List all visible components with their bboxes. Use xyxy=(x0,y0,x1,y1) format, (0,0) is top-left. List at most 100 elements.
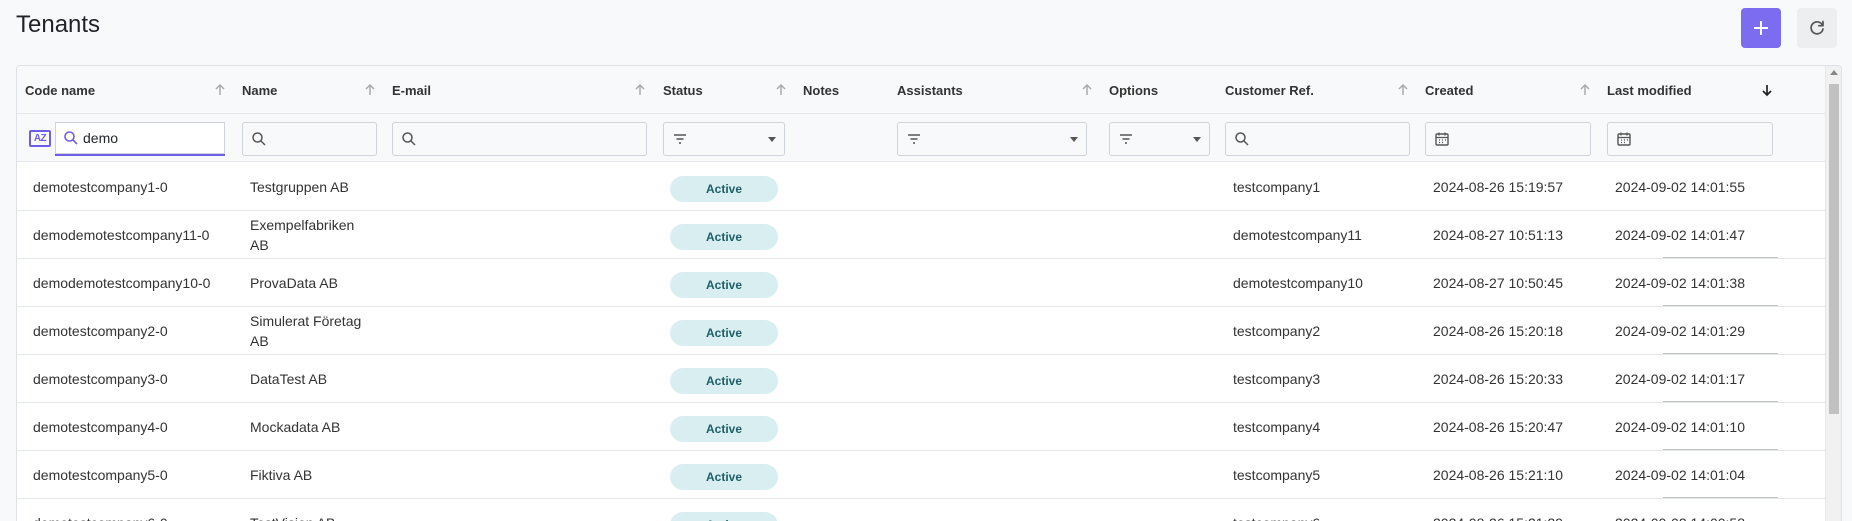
cell-name: Simulerat Företag AB xyxy=(250,313,362,349)
status-badge: Active xyxy=(670,464,778,490)
cell-customer-ref: testcompany5 xyxy=(1233,467,1321,483)
divider xyxy=(1663,353,1778,354)
column-header-code-name[interactable]: Code name xyxy=(25,66,241,114)
cell-email xyxy=(400,355,650,403)
table-row[interactable]: demotestcompany6-0 TestVision AB Active … xyxy=(17,499,1825,521)
created-date-filter[interactable] xyxy=(1425,122,1591,156)
chevron-down-icon xyxy=(1070,137,1078,142)
cell-email xyxy=(400,451,650,499)
cell-email xyxy=(400,403,650,451)
vertical-scrollbar[interactable] xyxy=(1825,66,1841,521)
column-header-row: Code name Name E-mail Status Notes Assis… xyxy=(17,66,1825,114)
sort-arrow-up-icon[interactable] xyxy=(211,81,229,99)
table-row[interactable]: demotestcompany5-0 Fiktiva AB Active tes… xyxy=(17,451,1825,499)
cell-name: Mockadata AB xyxy=(250,419,341,435)
customer-ref-filter[interactable] xyxy=(1225,122,1410,156)
sort-arrow-up-icon[interactable] xyxy=(361,81,379,99)
cell-email xyxy=(400,499,650,521)
cell-code-name: demotestcompany3-0 xyxy=(33,371,168,387)
search-icon xyxy=(252,132,266,146)
status-badge: Active xyxy=(670,224,778,250)
table-row[interactable]: demotestcompany3-0 DataTest AB Active te… xyxy=(17,355,1825,403)
column-header-label: Customer Ref. xyxy=(1225,82,1314,98)
sort-arrow-up-icon[interactable] xyxy=(1078,81,1096,99)
filter-row: AZ xyxy=(17,114,1825,162)
name-filter[interactable] xyxy=(242,122,377,156)
cell-created: 2024-08-26 15:20:47 xyxy=(1433,419,1563,435)
column-header-notes[interactable]: Notes xyxy=(803,66,898,114)
scroll-up-icon[interactable] xyxy=(1830,70,1838,75)
status-filter-select[interactable] xyxy=(663,122,785,156)
cell-customer-ref: demotestcompany11 xyxy=(1233,227,1362,243)
status-badge: Active xyxy=(670,272,778,298)
cell-customer-ref: testcompany1 xyxy=(1233,179,1321,195)
search-icon xyxy=(64,131,78,145)
calendar-icon xyxy=(1617,132,1631,146)
options-filter-select[interactable] xyxy=(1109,122,1210,156)
calendar-icon xyxy=(1435,132,1449,146)
column-header-options[interactable]: Options xyxy=(1109,66,1225,114)
sort-arrow-up-icon[interactable] xyxy=(1576,81,1594,99)
cell-last-modified: 2024-09-02 14:01:55 xyxy=(1615,179,1745,195)
cell-created: 2024-08-26 15:20:33 xyxy=(1433,371,1563,387)
status-badge: Active xyxy=(670,512,778,521)
cell-email xyxy=(400,307,650,355)
cell-name: TestVision AB xyxy=(250,499,375,521)
divider xyxy=(1663,449,1778,450)
column-header-label: Options xyxy=(1109,82,1159,98)
chevron-down-icon xyxy=(768,137,776,142)
table-row[interactable]: demotestcompany2-0 Simulerat Företag AB … xyxy=(17,307,1825,355)
search-icon xyxy=(402,132,416,146)
chevron-down-icon xyxy=(1193,137,1201,142)
column-header-email[interactable]: E-mail xyxy=(392,66,662,114)
cell-last-modified: 2024-09-02 14:00:58 xyxy=(1615,499,1785,521)
status-badge: Active xyxy=(670,416,778,442)
page-title: Tenants xyxy=(16,11,101,38)
cell-code-name: demotestcompany4-0 xyxy=(33,419,168,435)
cell-name: ProvaData AB xyxy=(250,275,338,291)
cell-last-modified: 2024-09-02 14:01:17 xyxy=(1615,371,1745,387)
cell-customer-ref: testcompany3 xyxy=(1233,371,1321,387)
refresh-button[interactable] xyxy=(1797,8,1837,48)
assistants-filter-select[interactable] xyxy=(897,122,1087,156)
sort-arrow-up-icon[interactable] xyxy=(631,81,649,99)
column-header-label: Last modified xyxy=(1607,82,1692,98)
sort-arrow-up-icon[interactable] xyxy=(1394,81,1412,99)
filter-icon xyxy=(674,134,686,144)
filter-icon xyxy=(908,134,920,144)
cell-created: 2024-08-26 15:21:10 xyxy=(1433,467,1563,483)
cell-customer-ref: testcompany2 xyxy=(1233,323,1321,339)
sort-arrow-down-icon[interactable] xyxy=(1758,81,1776,99)
last-modified-date-filter[interactable] xyxy=(1607,122,1773,156)
cell-code-name: demotestcompany5-0 xyxy=(33,467,168,483)
column-header-label: Notes xyxy=(803,82,840,98)
sort-alpha-icon[interactable]: AZ xyxy=(29,130,51,147)
scrollbar-thumb[interactable] xyxy=(1829,84,1839,414)
cell-created: 2024-08-27 10:51:13 xyxy=(1433,227,1563,243)
code-name-filter-input[interactable] xyxy=(83,124,193,152)
add-tenant-button[interactable] xyxy=(1741,8,1781,48)
divider xyxy=(1663,305,1778,306)
cell-customer-ref: demotestcompany10 xyxy=(1233,275,1363,291)
cell-created: 2024-08-26 15:19:57 xyxy=(1433,179,1563,195)
column-header-label: Status xyxy=(663,82,703,98)
cell-last-modified: 2024-09-02 14:01:38 xyxy=(1615,275,1745,291)
table-row[interactable]: demotestcompany4-0 Mockadata AB Active t… xyxy=(17,403,1825,451)
cell-name: Fiktiva AB xyxy=(250,467,313,483)
cell-customer-ref: testcompany6 xyxy=(1233,499,1413,521)
sort-arrow-up-icon[interactable] xyxy=(772,81,790,99)
cell-email xyxy=(400,163,650,211)
cell-last-modified: 2024-09-02 14:01:04 xyxy=(1615,467,1745,483)
table-row[interactable]: demodemotestcompany10-0 ProvaData AB Act… xyxy=(17,259,1825,307)
email-filter[interactable] xyxy=(392,122,647,156)
column-header-label: Assistants xyxy=(897,82,963,98)
code-name-filter[interactable] xyxy=(55,122,225,156)
cell-created: 2024-08-26 15:21:29 xyxy=(1433,499,1603,521)
table-row[interactable]: demotestcompany1-0 Testgruppen AB Active… xyxy=(17,163,1825,211)
table-row[interactable]: demodemotestcompany11-0 Exempelfabriken … xyxy=(17,211,1825,259)
tenants-grid: Code name Name E-mail Status Notes Assis… xyxy=(16,65,1842,521)
search-icon xyxy=(1235,132,1249,146)
status-badge: Active xyxy=(670,176,778,202)
plus-icon xyxy=(1754,21,1768,35)
cell-code-name: demotestcompany2-0 xyxy=(33,323,168,339)
